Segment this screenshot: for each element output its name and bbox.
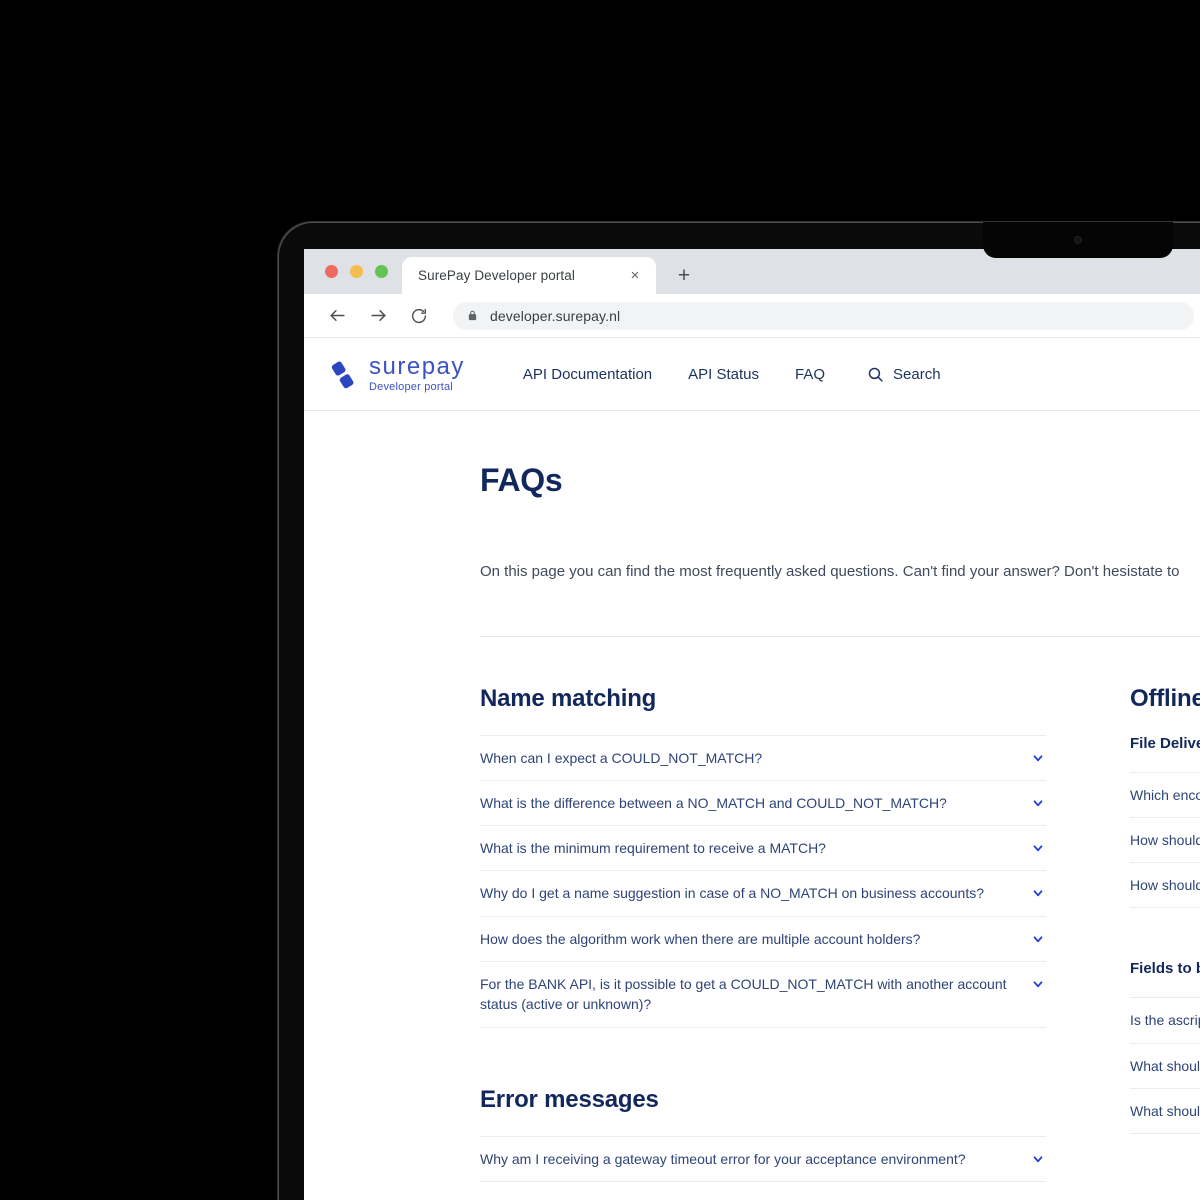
faq-question: Why do I get a name suggestion in case o… [480, 885, 984, 902]
maximize-window-button[interactable] [375, 265, 388, 278]
chevron-down-icon[interactable] [1030, 976, 1046, 992]
screenshot-root: SurePay Developer portal × + developer.s… [0, 0, 1200, 1200]
faq-question: How does the algorithm work when there a… [480, 930, 921, 947]
faq-list: Why am I receiving a gateway timeout err… [480, 1135, 1046, 1182]
faq-item[interactable]: What is the minimum requirement to recei… [480, 826, 1046, 872]
nav-item-api-documentation[interactable]: API Documentation [505, 338, 670, 410]
section-title: Offline D [1130, 684, 1200, 712]
chevron-down-icon[interactable] [1030, 750, 1046, 766]
webcam-icon [1074, 236, 1082, 244]
chevron-down-icon[interactable] [1030, 885, 1046, 901]
close-window-button[interactable] [325, 265, 338, 278]
nav-item-api-status[interactable]: API Status [670, 338, 777, 410]
faq-question: What should we [1130, 1057, 1200, 1074]
subsection-title: File Delivery [1130, 734, 1200, 752]
faq-item[interactable]: Why do I get a name suggestion in case o… [480, 871, 1046, 917]
faq-question: Why am I receiving a gateway timeout err… [480, 1150, 966, 1167]
reload-icon[interactable] [405, 302, 433, 330]
page-intro-text: On this page you can find the most frequ… [480, 563, 1180, 580]
faq-item[interactable]: What should we [1130, 1044, 1200, 1089]
faq-columns: Name matching When can I expect a COULD_… [480, 637, 1200, 1182]
faq-item[interactable]: What should we [1130, 1089, 1200, 1135]
faq-question: Which encoding [1130, 786, 1200, 803]
faq-question: What is the difference between a NO_MATC… [480, 794, 947, 811]
page-title: FAQs [480, 462, 563, 498]
window-controls[interactable] [325, 265, 388, 278]
section-title: Name matching [480, 684, 657, 712]
faq-question: For the BANK API, is it possible to get … [480, 975, 1007, 1013]
faq-item[interactable]: How should we [1130, 818, 1200, 864]
faq-list: Which encoding How should we How should … [1130, 771, 1200, 909]
faq-item[interactable]: Why am I receiving a gateway timeout err… [480, 1137, 1046, 1182]
browser-toolbar: developer.surepay.nl [304, 294, 1200, 338]
faq-list: When can I expect a COULD_NOT_MATCH? Wha… [480, 734, 1046, 1028]
minimize-window-button[interactable] [350, 265, 363, 278]
surepay-logo-icon [331, 359, 359, 389]
search-icon [868, 367, 883, 382]
faq-question: What is the minimum requirement to recei… [480, 840, 826, 857]
chevron-down-icon[interactable] [1030, 795, 1046, 811]
lock-icon [467, 309, 478, 322]
faq-subsection-fields-to-be: Fields to be Is the ascription What shou… [1130, 960, 1200, 1135]
nav-search-button[interactable]: Search [843, 366, 941, 383]
forward-icon[interactable] [364, 302, 392, 330]
chevron-down-icon[interactable] [1030, 931, 1046, 947]
subsection-title: Fields to be [1130, 960, 1200, 978]
brand-name: surepay [369, 353, 465, 380]
faq-column-left: Name matching When can I expect a COULD_… [480, 685, 1046, 1182]
chevron-down-icon[interactable] [1030, 1151, 1046, 1167]
nav-search-label: Search [893, 365, 941, 383]
faq-item[interactable]: How should we surname and bi [1130, 863, 1200, 909]
address-bar[interactable]: developer.surepay.nl [453, 301, 1194, 330]
site-header: surepay Developer portal API Documentati… [304, 338, 1200, 414]
faq-question: When can I expect a COULD_NOT_MATCH? [480, 749, 763, 766]
faq-item[interactable]: Which encoding [1130, 773, 1200, 818]
faq-subsection-file-delivery: File Delivery Which encoding How should … [1130, 735, 1200, 909]
back-icon[interactable] [323, 302, 351, 330]
faq-item[interactable]: For the BANK API, is it possible to get … [480, 962, 1046, 1028]
brand-subtitle: Developer portal [369, 381, 453, 393]
browser-tab-title: SurePay Developer portal [418, 268, 575, 283]
new-tab-button[interactable]: + [669, 260, 699, 290]
faq-item[interactable]: When can I expect a COULD_NOT_MATCH? [480, 736, 1046, 781]
page-content: FAQs On this page you can find the most … [304, 411, 1200, 1182]
faq-column-right: Offline D File Delivery Which encoding H… [1130, 685, 1200, 1182]
faq-question: How should we [1130, 831, 1200, 848]
section-title: Error messages [480, 1085, 659, 1113]
browser-tab[interactable]: SurePay Developer portal × [402, 257, 656, 294]
faq-question: How should we surname and bi [1130, 877, 1200, 894]
faq-section-name-matching: Name matching When can I expect a COULD_… [480, 685, 1046, 1028]
faq-section-error-messages: Error messages Why am I receiving a gate… [480, 1086, 1046, 1182]
chevron-down-icon[interactable] [1030, 840, 1046, 856]
faq-item[interactable]: How does the algorithm work when there a… [480, 917, 1046, 962]
brand-logo[interactable]: surepay Developer portal [331, 355, 465, 393]
laptop-device-frame: SurePay Developer portal × + developer.s… [278, 222, 1200, 1200]
site-navigation: API Documentation API Status FAQ Search [505, 338, 941, 414]
laptop-notch [983, 222, 1173, 258]
faq-item[interactable]: What is the difference between a NO_MATC… [480, 781, 1046, 827]
url-text: developer.surepay.nl [490, 307, 621, 324]
faq-question: What should we [1130, 1102, 1200, 1119]
close-icon[interactable]: × [626, 267, 644, 285]
laptop-screen: SurePay Developer portal × + developer.s… [304, 249, 1200, 1200]
faq-question: Is the ascription [1130, 1012, 1200, 1029]
browser-window: SurePay Developer portal × + developer.s… [304, 249, 1200, 1200]
nav-item-faq[interactable]: FAQ [777, 338, 843, 414]
faq-list: Is the ascription What should we What sh… [1130, 997, 1200, 1135]
faq-item[interactable]: Is the ascription [1130, 998, 1200, 1044]
